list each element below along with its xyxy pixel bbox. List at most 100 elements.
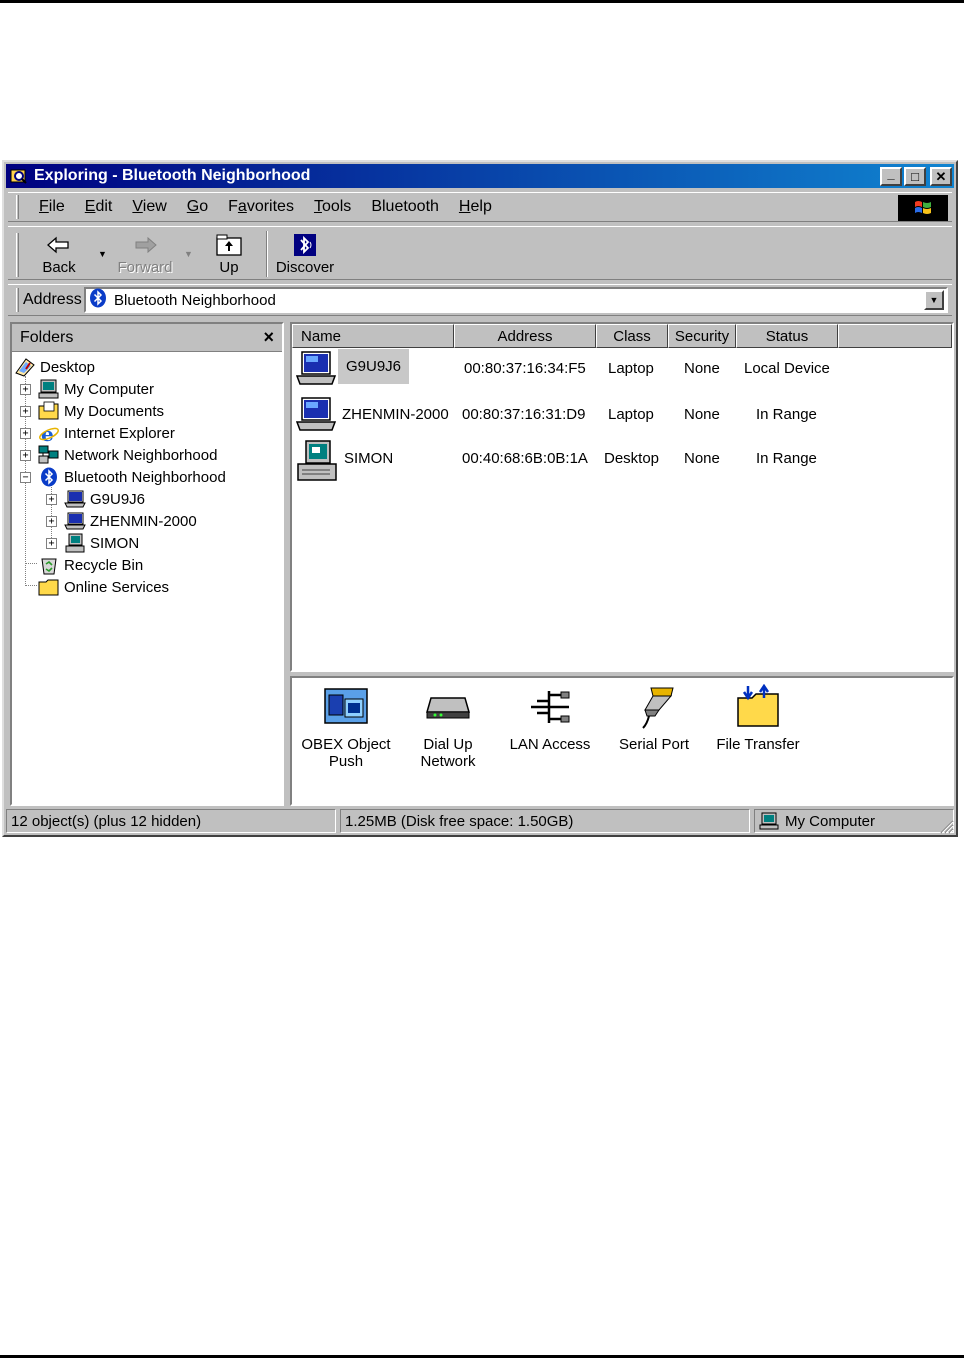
device-name[interactable]: ZHENMIN-2000 <box>342 406 449 423</box>
device-address: 00:80:37:16:34:F5 <box>464 360 586 377</box>
menu-bar: File Edit View Go Favorites Tools Blueto… <box>8 192 952 222</box>
up-folder-icon <box>194 231 264 259</box>
address-dropdown-button[interactable]: ▼ <box>924 290 944 310</box>
back-dropdown-arrow-icon[interactable]: ▼ <box>98 249 107 259</box>
status-zone-label: My Computer <box>785 812 876 830</box>
device-class: Laptop <box>608 406 654 423</box>
recycle-bin-icon <box>38 555 60 575</box>
tree-item-online-services[interactable]: Online Services <box>38 576 169 598</box>
expand-toggle[interactable]: + <box>46 538 57 549</box>
device-row[interactable]: SIMON 00:40:68:6B:0B:1A Desktop None In … <box>292 438 952 482</box>
column-header-status[interactable]: Status <box>736 324 838 348</box>
device-row[interactable]: ZHENMIN-2000 00:80:37:16:31:D9 Laptop No… <box>292 394 952 438</box>
page-top-rule <box>0 0 964 3</box>
menu-favorites[interactable]: Favorites <box>218 198 304 216</box>
device-list: Name Address Class Security Status G9U9J… <box>290 322 954 672</box>
expand-toggle[interactable]: + <box>46 516 57 527</box>
tree-item-internet-explorer[interactable]: e Internet Explorer <box>38 422 175 444</box>
computer-icon <box>38 379 60 399</box>
folders-close-icon[interactable]: × <box>263 327 274 348</box>
tree-item-recycle-bin[interactable]: Recycle Bin <box>38 554 143 576</box>
toolbar-grip[interactable] <box>16 233 19 277</box>
column-header-class[interactable]: Class <box>596 324 668 348</box>
menu-view[interactable]: View <box>122 198 176 216</box>
address-value: Bluetooth Neighborhood <box>114 291 276 309</box>
back-button[interactable]: Back <box>24 231 94 276</box>
collapse-toggle[interactable]: − <box>20 472 31 483</box>
expand-toggle[interactable]: + <box>20 406 31 417</box>
status-bar: 12 object(s) (plus 12 hidden) 1.25MB (Di… <box>6 808 954 834</box>
expand-toggle[interactable]: + <box>20 428 31 439</box>
modem-icon <box>396 682 500 732</box>
menu-help[interactable]: Help <box>449 198 502 216</box>
service-file-transfer[interactable]: File Transfer <box>706 682 810 753</box>
menu-tools[interactable]: Tools <box>304 198 361 216</box>
menu-bluetooth[interactable]: Bluetooth <box>361 198 449 216</box>
expand-toggle[interactable]: + <box>20 384 31 395</box>
windows-logo-icon <box>898 195 948 221</box>
address-bar: Address Bluetooth Neighborhood ▼ <box>8 284 952 316</box>
column-header-security[interactable]: Security <box>668 324 736 348</box>
discover-button[interactable]: Discover <box>270 231 340 276</box>
tree-line <box>51 482 52 540</box>
device-address: 00:40:68:6B:0B:1A <box>462 450 588 467</box>
address-input[interactable]: Bluetooth Neighborhood ▼ <box>84 287 948 313</box>
maximize-button[interactable]: □ <box>904 166 926 186</box>
folder-icon <box>38 577 60 597</box>
internet-explorer-icon: e <box>38 423 60 443</box>
title-bar[interactable]: Exploring - Bluetooth Neighborhood _ □ ✕ <box>6 164 954 188</box>
service-serial-port[interactable]: Serial Port <box>602 682 706 753</box>
close-button[interactable]: ✕ <box>930 166 952 186</box>
expand-toggle[interactable]: + <box>46 494 57 505</box>
tree-line <box>25 563 37 564</box>
tree-item-bluetooth-neighborhood[interactable]: Bluetooth Neighborhood <box>38 466 226 488</box>
device-class: Laptop <box>608 360 654 377</box>
desktop-pc-icon <box>296 440 338 481</box>
laptop-icon <box>64 489 86 509</box>
tree-item-desktop[interactable]: Desktop <box>14 356 95 378</box>
minimize-button[interactable]: _ <box>880 166 902 186</box>
desktop-icon <box>14 357 36 377</box>
device-name[interactable]: G9U9J6 <box>338 349 410 384</box>
device-name[interactable]: SIMON <box>344 450 393 467</box>
serial-port-icon <box>602 682 706 732</box>
computer-icon <box>759 812 779 830</box>
menu-edit[interactable]: Edit <box>75 198 123 216</box>
tree-item-g9u9j6[interactable]: G9U9J6 <box>64 488 145 510</box>
column-header-address[interactable]: Address <box>454 324 596 348</box>
resize-grip-icon[interactable] <box>936 816 954 834</box>
up-button[interactable]: Up <box>194 231 264 276</box>
service-lan-access[interactable]: LAN Access <box>498 682 602 753</box>
tree-item-my-documents[interactable]: My Documents <box>38 400 164 422</box>
forward-arrow-icon <box>110 231 180 259</box>
device-security: None <box>684 360 720 377</box>
column-header-name[interactable]: Name <box>292 324 454 348</box>
services-pane: OBEX Object Push Dial Up Network LAN Acc… <box>290 676 954 806</box>
forward-button[interactable]: Forward <box>110 231 180 276</box>
menu-file[interactable]: File <box>29 198 75 216</box>
tree-item-zhenmin-2000[interactable]: ZHENMIN-2000 <box>64 510 197 532</box>
explorer-window: Exploring - Bluetooth Neighborhood _ □ ✕… <box>2 160 958 837</box>
device-status: In Range <box>756 450 817 467</box>
tree-item-simon[interactable]: SIMON <box>64 532 139 554</box>
forward-dropdown-arrow-icon[interactable]: ▼ <box>184 249 193 259</box>
service-dial-up-network[interactable]: Dial Up Network <box>396 682 500 770</box>
menu-grip[interactable] <box>16 195 19 219</box>
status-object-count: 12 object(s) (plus 12 hidden) <box>6 809 336 833</box>
bluetooth-icon <box>38 467 60 487</box>
tree-item-my-computer[interactable]: My Computer <box>38 378 154 400</box>
tree-item-network-neighborhood[interactable]: Network Neighborhood <box>38 444 217 466</box>
device-row[interactable]: G9U9J6 00:80:37:16:34:F5 Laptop None Loc… <box>292 348 952 392</box>
toolbar: Back ▼ Forward ▼ Up Discover <box>8 226 952 280</box>
back-arrow-icon <box>24 231 94 259</box>
desktop-pc-icon <box>64 533 86 553</box>
lan-icon <box>498 682 602 732</box>
menu-go[interactable]: Go <box>177 198 218 216</box>
folder-icon <box>38 401 60 421</box>
service-obex-object-push[interactable]: OBEX Object Push <box>294 682 398 770</box>
expand-toggle[interactable]: + <box>20 450 31 461</box>
address-grip[interactable] <box>16 288 19 312</box>
laptop-icon <box>295 396 338 436</box>
explorer-icon <box>10 167 28 185</box>
laptop-icon <box>64 511 86 531</box>
